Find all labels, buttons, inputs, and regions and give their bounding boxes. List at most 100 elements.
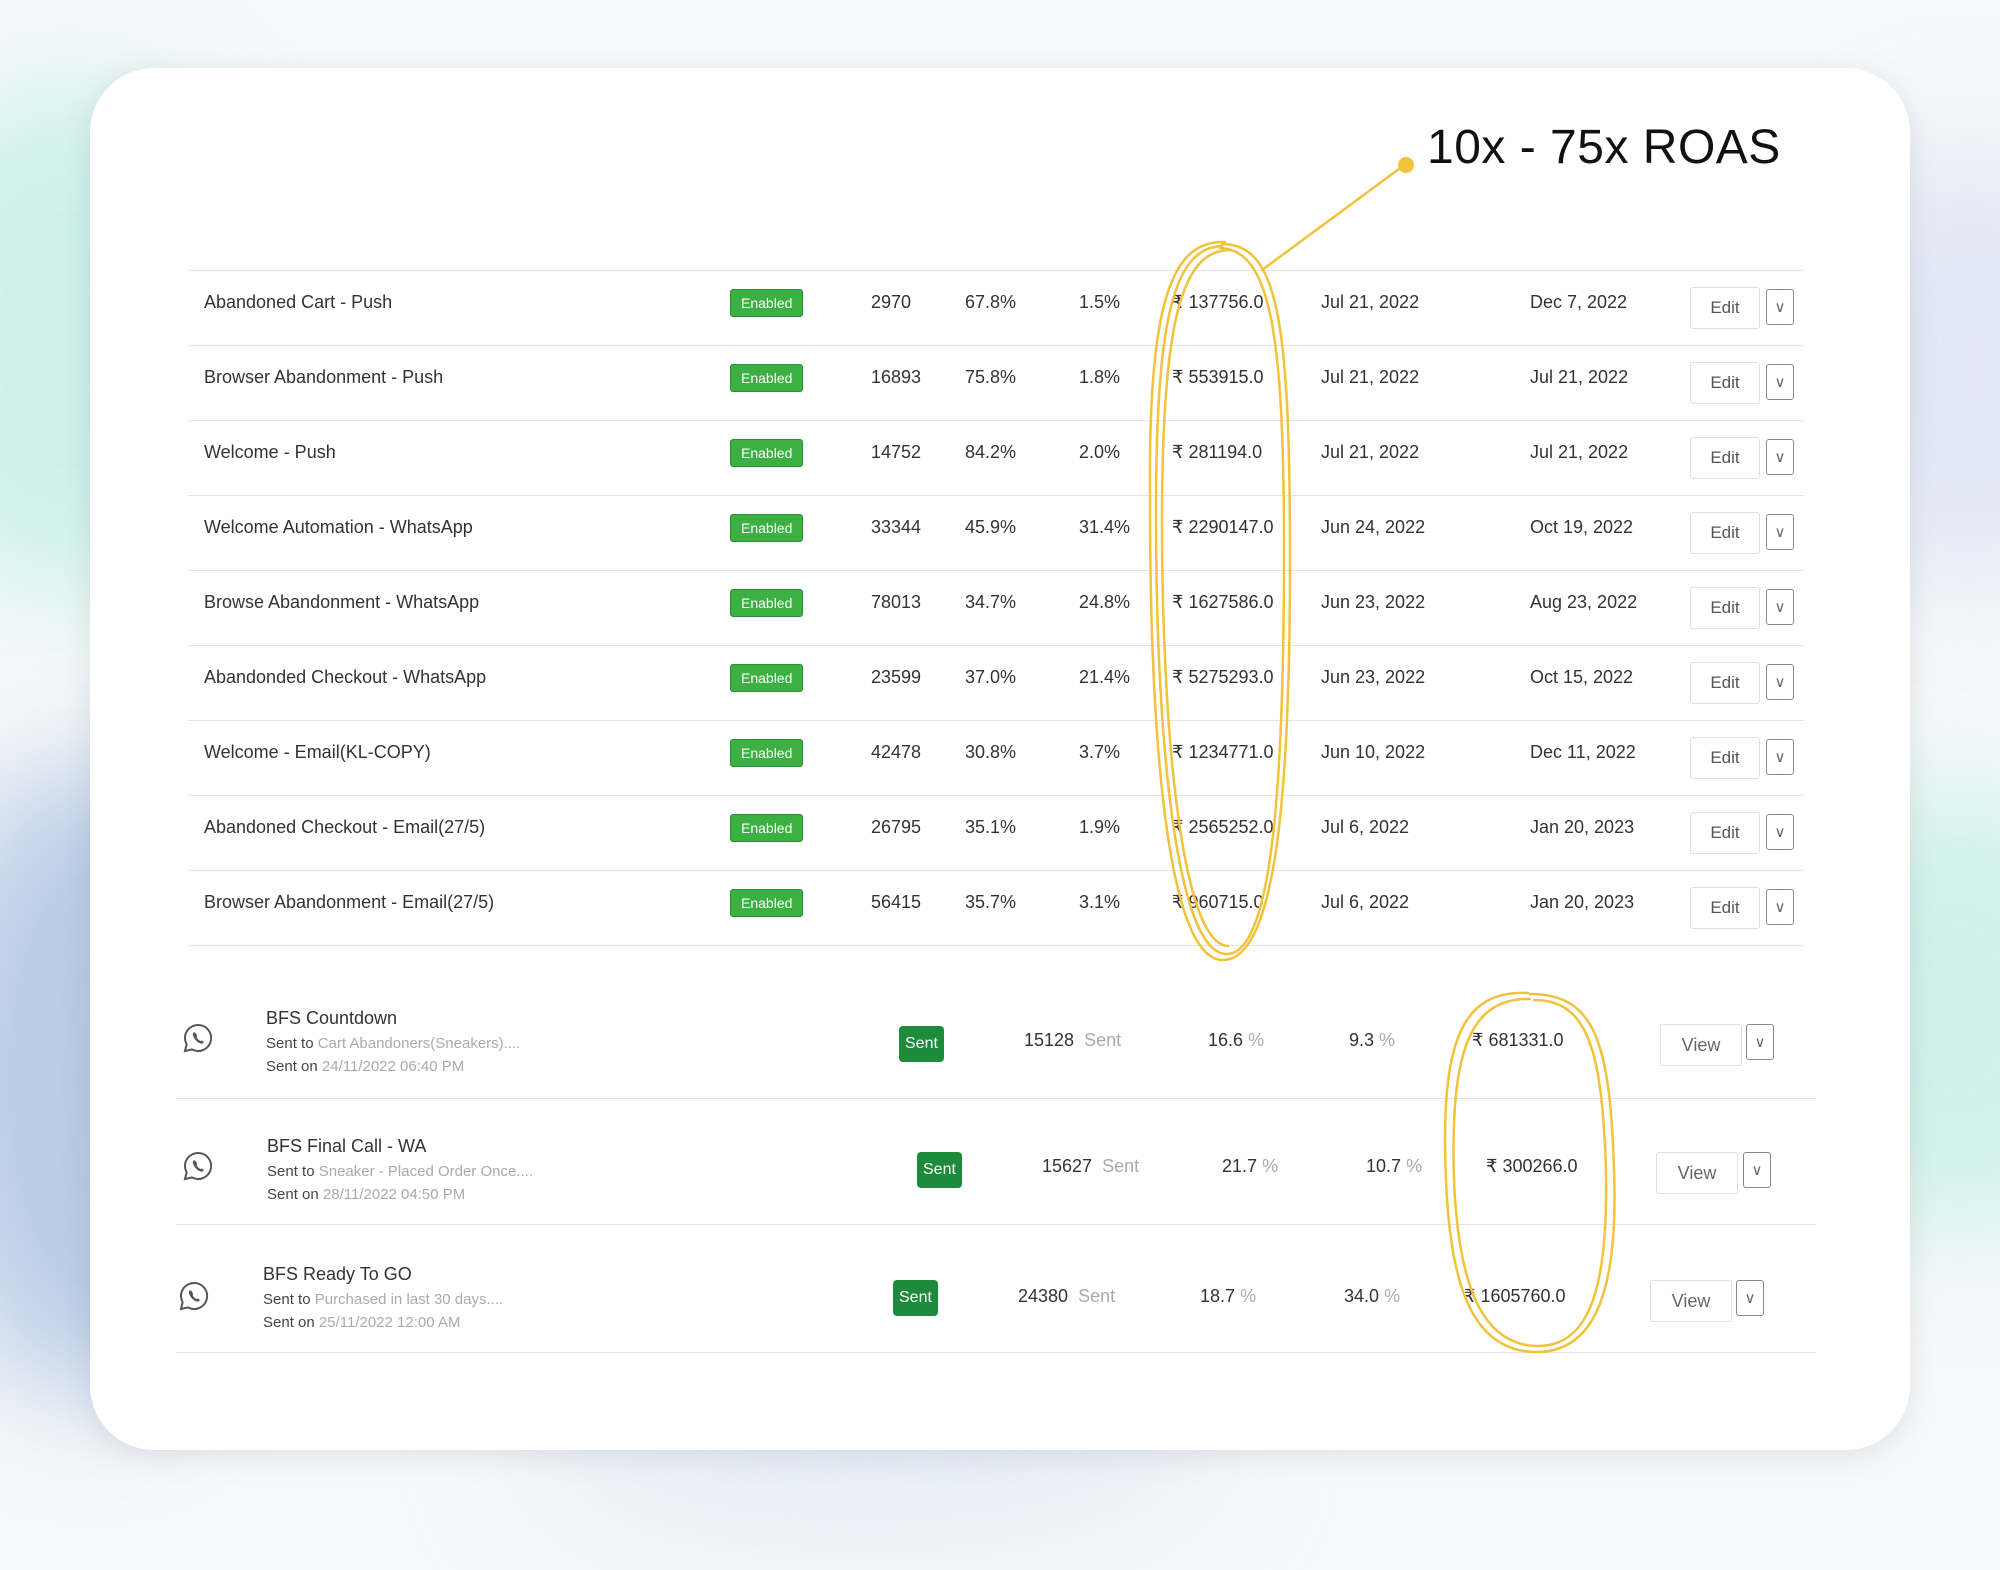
revenue: ₹ 300266.0	[1486, 1156, 1578, 1176]
chevron-down-icon[interactable]: ∨	[1766, 739, 1794, 775]
status-badge: Enabled	[730, 514, 804, 542]
edit-button[interactable]: Edit	[1690, 587, 1760, 629]
edit-button[interactable]: Edit	[1690, 662, 1760, 704]
edit-button[interactable]: Edit	[1690, 287, 1760, 329]
end-date: Jul 21, 2022	[1530, 442, 1629, 462]
sent-badge: Sent	[899, 1026, 944, 1062]
chevron-down-icon[interactable]: ∨	[1766, 814, 1794, 850]
edit-button[interactable]: Edit	[1690, 362, 1760, 404]
sent-to-label: Sent to	[267, 1163, 315, 1180]
edit-button[interactable]: Edit	[1690, 437, 1760, 479]
conversion-rate: 1.5%	[1079, 292, 1121, 312]
chevron-down-icon[interactable]: ∨	[1766, 289, 1794, 325]
rate-2-cell: 10.7 %	[1366, 1156, 1422, 1177]
status-badge: Enabled	[730, 364, 804, 392]
status-cell: Enabled	[730, 889, 804, 917]
broadcast-info: BFS Ready To GO Sent to Purchased in last…	[263, 1264, 503, 1331]
sent-count: 33344	[871, 517, 922, 537]
end-date: Aug 23, 2022	[1530, 592, 1638, 612]
status-badge: Enabled	[730, 439, 804, 467]
percent-sign: %	[1248, 1030, 1265, 1050]
dropdown-cell: ∨	[1766, 439, 1794, 475]
chevron-down-icon[interactable]: ∨	[1736, 1280, 1764, 1316]
status-cell: Enabled	[730, 739, 804, 767]
edit-button[interactable]: Edit	[1690, 887, 1760, 929]
chevron-down-icon[interactable]: ∨	[1766, 514, 1794, 550]
rate-2: 10.7	[1366, 1156, 1402, 1176]
sent-to-label: Sent to	[263, 1291, 311, 1308]
chevron-down-icon[interactable]: ∨	[1766, 589, 1794, 625]
sent-on-line: Sent on 28/11/2022 04:50 PM	[267, 1186, 533, 1203]
dropdown-cell: ∨	[1743, 1152, 1771, 1188]
percent-sign: %	[1379, 1030, 1396, 1050]
view-button[interactable]: View	[1650, 1280, 1732, 1322]
edit-button[interactable]: Edit	[1690, 737, 1760, 779]
rate-1: 21.7	[1222, 1156, 1258, 1176]
end-date: Oct 15, 2022	[1530, 667, 1634, 687]
automation-row: Browser Abandonment - Push 16893 75.8% 1.8%…	[188, 345, 1804, 420]
edit-cell: Edit	[1690, 812, 1760, 854]
chevron-down-icon[interactable]: ∨	[1766, 439, 1794, 475]
automations-table: Abandoned Cart - Push 2970 67.8% 1.5% ₹ 1377…	[188, 270, 1804, 946]
sent-on-label: Sent on	[266, 1058, 318, 1075]
chevron-down-icon[interactable]: ∨	[1766, 364, 1794, 400]
automation-name: Abandoned Checkout - Email(27/5)	[204, 817, 486, 837]
start-date: Jul 21, 2022	[1321, 292, 1420, 312]
view-button[interactable]: View	[1656, 1152, 1738, 1194]
edit-button[interactable]: Edit	[1690, 812, 1760, 854]
open-rate: 67.8%	[965, 292, 1017, 312]
broadcast-title[interactable]: BFS Ready To GO	[263, 1264, 503, 1285]
revenue: ₹ 2290147.0	[1172, 517, 1274, 537]
rate-1-cell: 21.7 %	[1222, 1156, 1278, 1177]
automation-name: Welcome - Email(KL-COPY)	[204, 742, 431, 762]
start-date: Jun 10, 2022	[1321, 742, 1426, 762]
view-cell: View	[1650, 1280, 1732, 1322]
end-date: Dec 7, 2022	[1530, 292, 1628, 312]
automation-name: Browser Abandonment - Push	[204, 367, 444, 387]
automation-row: Abandoned Checkout - Email(27/5) 26795 35.…	[188, 795, 1804, 870]
sent-count: 42478	[871, 742, 922, 762]
status-badge: Enabled	[730, 814, 804, 842]
sent-count: 14752	[871, 442, 922, 462]
rate-1: 16.6	[1208, 1030, 1244, 1050]
sent-count-label: Sent	[1078, 1286, 1116, 1306]
sent-count: 15627	[1042, 1156, 1093, 1176]
automation-name: Abandoned Cart - Push	[204, 292, 393, 312]
dropdown-cell: ∨	[1746, 1024, 1774, 1060]
dropdown-cell: ∨	[1766, 814, 1794, 850]
sent-count: 23599	[871, 667, 922, 687]
status-cell: Enabled	[730, 514, 804, 542]
status-cell: Enabled	[730, 589, 804, 617]
edit-button[interactable]: Edit	[1690, 512, 1760, 554]
status-badge: Enabled	[730, 589, 804, 617]
chevron-down-icon[interactable]: ∨	[1746, 1024, 1774, 1060]
dropdown-cell: ∨	[1766, 514, 1794, 550]
sent-count-label: Sent	[1084, 1030, 1122, 1050]
percent-sign: %	[1240, 1286, 1257, 1306]
broadcast-row: BFS Final Call - WA Sent to Sneaker - Pla…	[176, 1112, 1816, 1225]
automation-row: Abandoned Cart - Push 2970 67.8% 1.5% ₹ 1377…	[188, 270, 1804, 345]
edit-cell: Edit	[1690, 737, 1760, 779]
end-date: Jan 20, 2023	[1530, 817, 1635, 837]
broadcast-title[interactable]: BFS Final Call - WA	[267, 1136, 533, 1157]
dropdown-cell: ∨	[1766, 664, 1794, 700]
chevron-down-icon[interactable]: ∨	[1743, 1152, 1771, 1188]
edit-cell: Edit	[1690, 287, 1760, 329]
segment-name: Purchased in last 30 days....	[314, 1291, 504, 1308]
automation-row: Welcome - Push 14752 84.2% 2.0% ₹ 281194.0 Ju…	[188, 420, 1804, 495]
chevron-down-icon[interactable]: ∨	[1766, 664, 1794, 700]
open-rate: 30.8%	[965, 742, 1017, 762]
start-date: Jun 24, 2022	[1321, 517, 1426, 537]
dropdown-cell: ∨	[1766, 364, 1794, 400]
revenue: ₹ 2565252.0	[1172, 817, 1274, 837]
chevron-down-icon[interactable]: ∨	[1766, 889, 1794, 925]
edit-cell: Edit	[1690, 362, 1760, 404]
view-button[interactable]: View	[1660, 1024, 1742, 1066]
sent-badge: Sent	[917, 1152, 962, 1188]
broadcast-title[interactable]: BFS Countdown	[266, 1008, 520, 1029]
rate-2-cell: 9.3 %	[1349, 1030, 1395, 1051]
automation-name: Welcome - Push	[204, 442, 336, 462]
status-cell: Sent	[917, 1152, 962, 1188]
broadcast-info: BFS Countdown Sent to Cart Abandoners(Sne…	[266, 1008, 520, 1075]
edit-cell: Edit	[1690, 887, 1760, 929]
